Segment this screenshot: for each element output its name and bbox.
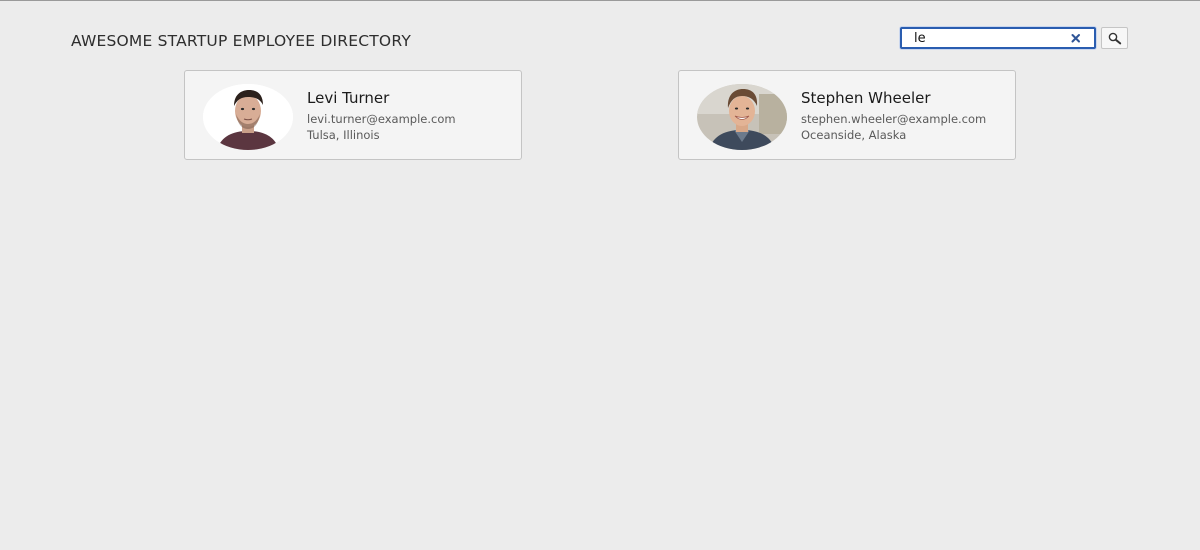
- employee-name: Levi Turner: [307, 89, 390, 107]
- close-icon[interactable]: [1068, 30, 1084, 46]
- avatar: [203, 84, 293, 150]
- magnifier-icon: [1108, 32, 1122, 45]
- search-box[interactable]: [900, 27, 1096, 49]
- page-title: AWESOME STARTUP EMPLOYEE DIRECTORY: [71, 32, 411, 50]
- employee-location: Oceanside, Alaska: [801, 128, 907, 142]
- employee-info: Stephen Wheeler stephen.wheeler@example.…: [801, 89, 1011, 143]
- top-border: [0, 0, 1200, 1]
- employee-email: levi.turner@example.com: [307, 112, 456, 126]
- search-input[interactable]: [914, 30, 1064, 46]
- employee-email: stephen.wheeler@example.com: [801, 112, 987, 126]
- avatar: [697, 84, 787, 150]
- employee-card[interactable]: Levi Turner levi.turner@example.com Tuls…: [184, 70, 522, 160]
- employee-location: Tulsa, Illinois: [307, 128, 380, 142]
- employee-name: Stephen Wheeler: [801, 89, 931, 107]
- employee-card[interactable]: Stephen Wheeler stephen.wheeler@example.…: [678, 70, 1016, 160]
- search-button[interactable]: [1101, 27, 1128, 49]
- employee-info: Levi Turner levi.turner@example.com Tuls…: [307, 89, 517, 143]
